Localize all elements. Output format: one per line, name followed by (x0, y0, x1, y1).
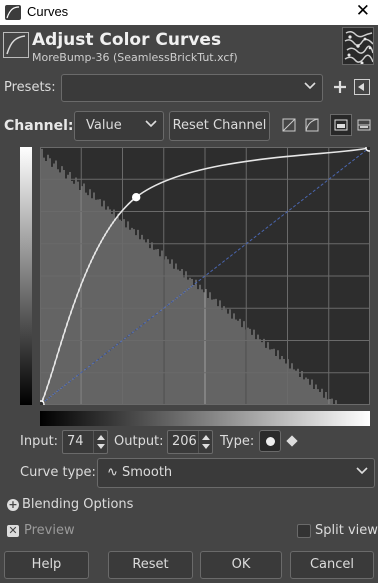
checkbox-checked-icon: ✕ (7, 524, 19, 537)
input-label: Input: (20, 434, 59, 449)
type-label: Type: (220, 434, 255, 449)
image-thumbnail (342, 27, 374, 65)
output-value: 206 (172, 434, 197, 449)
input-gradient-bar (40, 411, 370, 426)
chevron-down-icon (145, 117, 157, 131)
close-icon[interactable]: ✕ (356, 1, 370, 21)
add-preset-button[interactable] (331, 77, 349, 97)
window-titlebar: Curves ✕ (0, 0, 378, 25)
curve-type-value: Smooth (122, 465, 173, 480)
curve-canvas[interactable] (37, 144, 373, 408)
curve-control-point[interactable] (37, 400, 45, 408)
output-label: Output: (114, 434, 164, 449)
input-spinbox[interactable]: 74 (62, 430, 108, 454)
linear-histogram-icon[interactable] (281, 117, 297, 133)
ok-button[interactable]: OK (200, 551, 282, 579)
full-view-icon[interactable] (330, 114, 352, 136)
split-view-icon[interactable] (356, 117, 372, 133)
output-spinbox[interactable]: 206 (167, 430, 213, 454)
spin-arrows-icon[interactable] (198, 431, 212, 453)
corner-point-icon[interactable] (286, 435, 298, 447)
channel-dropdown[interactable]: Value (74, 111, 164, 141)
log-histogram-icon[interactable] (304, 117, 320, 133)
spin-arrows-icon[interactable] (93, 431, 107, 453)
output-gradient-bar (20, 147, 32, 405)
channel-label: Channel: (4, 118, 74, 134)
channel-value: Value (86, 118, 122, 133)
curve-type-dropdown[interactable]: ∿ Smooth (97, 458, 375, 488)
blending-options-label: Blending Options (22, 497, 134, 512)
curves-icon (3, 32, 29, 58)
window-title: Curves (27, 4, 69, 19)
dialog-header: Adjust Color Curves MoreBump-36 (Seamles… (0, 25, 378, 70)
cancel-button[interactable]: Cancel (290, 551, 374, 579)
curve-editor[interactable] (37, 144, 373, 408)
reset-button[interactable]: Reset (108, 551, 193, 579)
checkbox-unchecked-icon (297, 524, 311, 538)
curve-control-point[interactable] (365, 144, 373, 152)
curve-type-label: Curve type: (20, 465, 96, 480)
input-output-row: Input: 74 Output: 206 Type: (0, 430, 378, 454)
plus-icon (334, 81, 346, 93)
presets-dropdown[interactable] (61, 74, 323, 102)
input-value: 74 (67, 434, 84, 449)
smooth-curve-icon: ∿ (107, 465, 118, 480)
presets-label: Presets: (4, 80, 56, 95)
presets-menu-button[interactable] (354, 79, 370, 95)
menu-arrow-icon (358, 83, 364, 91)
reset-channel-button[interactable]: Reset Channel (169, 111, 270, 141)
preview-label: Preview (24, 523, 75, 538)
split-view-label: Split view (315, 523, 378, 538)
curve-control-point[interactable] (131, 192, 141, 202)
expand-plus-icon: + (7, 498, 19, 511)
curves-app-icon (5, 5, 21, 20)
smooth-point-icon[interactable] (259, 430, 281, 452)
help-button[interactable]: Help (4, 551, 89, 579)
chevron-down-icon (304, 79, 316, 93)
chevron-down-icon (356, 464, 368, 478)
dialog-subtitle: MoreBump-36 (SeamlessBrickTut.xcf) (32, 51, 238, 64)
dialog-title: Adjust Color Curves (32, 30, 222, 50)
